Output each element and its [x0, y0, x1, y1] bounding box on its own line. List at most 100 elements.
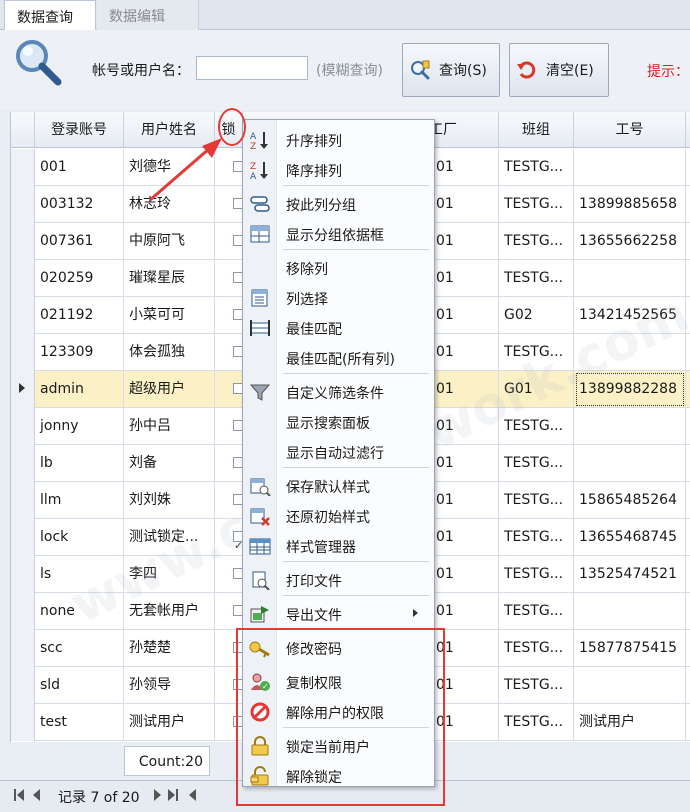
cell-team[interactable]: TESTG...: [499, 260, 574, 297]
cell-team[interactable]: TESTG...: [499, 482, 574, 519]
cell-team[interactable]: TESTG...: [499, 593, 574, 630]
cell-job-no[interactable]: [574, 667, 686, 704]
row-indicator[interactable]: [11, 260, 35, 297]
cell-lock[interactable]: [215, 297, 243, 334]
cell-name[interactable]: 孙领导: [124, 667, 215, 704]
row-indicator[interactable]: [11, 519, 35, 556]
cell-lock[interactable]: [215, 371, 243, 408]
row-indicator[interactable]: [11, 334, 35, 371]
cell-account[interactable]: test: [35, 704, 124, 741]
menu-item-15[interactable]: 打印文件: [243, 565, 434, 595]
cell-team[interactable]: TESTG...: [499, 556, 574, 593]
menu-item-13[interactable]: 还原初始样式: [243, 501, 434, 531]
cell-lock[interactable]: [215, 445, 243, 482]
menu-item-5[interactable]: 移除列: [243, 253, 434, 283]
cell-team[interactable]: TESTG...: [499, 186, 574, 223]
cell-job-no[interactable]: 13899882288: [574, 371, 686, 408]
row-indicator[interactable]: [11, 704, 35, 741]
cell-factory[interactable]: 01: [431, 371, 499, 408]
cell-account[interactable]: 020259: [35, 260, 124, 297]
next-record-button[interactable]: [150, 786, 164, 806]
menu-item-9[interactable]: 自定义筛选条件: [243, 377, 434, 407]
search-input[interactable]: [196, 56, 308, 80]
row-indicator[interactable]: [11, 408, 35, 445]
cell-name[interactable]: 测试用户: [124, 704, 215, 741]
cell-account[interactable]: jonny: [35, 408, 124, 445]
cell-lock[interactable]: [215, 223, 243, 260]
cell-lock[interactable]: [215, 334, 243, 371]
cell-job-no[interactable]: 13899885658: [574, 186, 686, 223]
cell-team[interactable]: TESTG...: [499, 149, 574, 186]
cell-name[interactable]: 孙中吕: [124, 408, 215, 445]
cell-team[interactable]: TESTG...: [499, 445, 574, 482]
menu-item-8[interactable]: 最佳匹配(所有列): [243, 343, 434, 373]
cell-factory[interactable]: 01: [431, 445, 499, 482]
tab-data-query[interactable]: 数据查询: [4, 0, 96, 31]
cell-account[interactable]: lb: [35, 445, 124, 482]
cell-factory[interactable]: 01: [431, 334, 499, 371]
row-indicator[interactable]: [11, 630, 35, 667]
menu-item-2[interactable]: Z A 降序排列: [243, 155, 434, 185]
row-indicator[interactable]: [11, 371, 35, 408]
cell-job-no[interactable]: [574, 445, 686, 482]
cell-job-no[interactable]: 13421452565: [574, 297, 686, 334]
cell-account[interactable]: none: [35, 593, 124, 630]
cell-name[interactable]: 超级用户: [124, 371, 215, 408]
tab-data-edit[interactable]: 数据编辑: [97, 0, 199, 30]
cell-lock[interactable]: [215, 260, 243, 297]
menu-item-1[interactable]: A Z 升序排列: [243, 125, 434, 155]
cell-lock[interactable]: [215, 556, 243, 593]
cell-job-no[interactable]: 13525474521: [574, 556, 686, 593]
cell-factory[interactable]: 01: [431, 186, 499, 223]
cell-lock[interactable]: [215, 519, 243, 556]
clear-button[interactable]: 清空(E): [509, 43, 609, 97]
cell-team[interactable]: TESTG...: [499, 630, 574, 667]
cell-account[interactable]: lock: [35, 519, 124, 556]
row-indicator[interactable]: [11, 593, 35, 630]
cell-account[interactable]: 123309: [35, 334, 124, 371]
cell-name[interactable]: 璀璨星辰: [124, 260, 215, 297]
cell-name[interactable]: 无套帐用户: [124, 593, 215, 630]
menu-item-6[interactable]: 列选择: [243, 283, 434, 313]
cell-job-no[interactable]: [574, 593, 686, 630]
cell-account[interactable]: scc: [35, 630, 124, 667]
prev-record-button[interactable]: [30, 786, 44, 806]
cell-job-no[interactable]: 15877875415: [574, 630, 686, 667]
cell-lock[interactable]: [215, 593, 243, 630]
cell-lock[interactable]: [215, 482, 243, 519]
menu-item-11[interactable]: 显示自动过滤行: [243, 437, 434, 467]
cell-team[interactable]: TESTG...: [499, 408, 574, 445]
cell-factory[interactable]: 01: [431, 149, 499, 186]
cell-factory[interactable]: 01: [431, 593, 499, 630]
cell-factory[interactable]: 01: [431, 482, 499, 519]
query-button[interactable]: 查询(S): [402, 43, 500, 97]
menu-item-14[interactable]: 样式管理器: [243, 531, 434, 561]
cell-team[interactable]: TESTG...: [499, 704, 574, 741]
menu-item-3[interactable]: 按此列分组: [243, 189, 434, 219]
cell-name[interactable]: 孙楚楚: [124, 630, 215, 667]
cell-name[interactable]: 小菜可可: [124, 297, 215, 334]
cell-team[interactable]: TESTG...: [499, 334, 574, 371]
cell-account[interactable]: 003132: [35, 186, 124, 223]
prev-page-button[interactable]: [186, 786, 200, 806]
cell-factory[interactable]: 01: [431, 297, 499, 334]
row-indicator[interactable]: [11, 223, 35, 260]
cell-factory[interactable]: 01: [431, 556, 499, 593]
column-header-account[interactable]: 登录账号: [35, 112, 124, 148]
first-record-button[interactable]: [12, 786, 26, 806]
cell-account[interactable]: 021192: [35, 297, 124, 334]
column-header-job-no[interactable]: 工号: [574, 112, 686, 148]
cell-factory[interactable]: 01: [431, 223, 499, 260]
cell-factory[interactable]: 01: [431, 260, 499, 297]
cell-account[interactable]: 007361: [35, 223, 124, 260]
cell-job-no[interactable]: 15865485264: [574, 482, 686, 519]
cell-team[interactable]: TESTG...: [499, 667, 574, 704]
cell-job-no[interactable]: [574, 334, 686, 371]
menu-item-4[interactable]: 显示分组依据框: [243, 219, 434, 249]
menu-item-12[interactable]: 保存默认样式: [243, 471, 434, 501]
row-indicator[interactable]: [11, 186, 35, 223]
cell-lock[interactable]: [215, 408, 243, 445]
row-indicator[interactable]: [11, 149, 35, 186]
cell-account[interactable]: admin: [35, 371, 124, 408]
cell-job-no[interactable]: [574, 149, 686, 186]
